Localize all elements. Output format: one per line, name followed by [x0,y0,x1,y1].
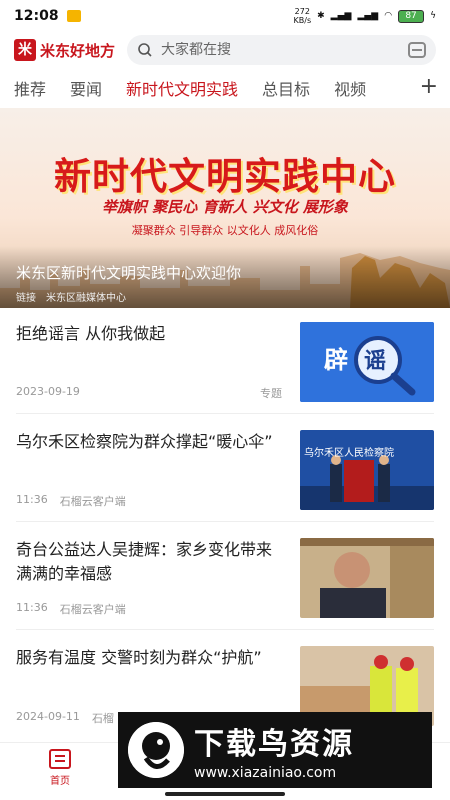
network-speed-unit: KB/s [293,16,312,25]
wifi-icon: ◠ [384,11,393,21]
news-item[interactable]: 乌尔禾区检察院为群众撑起“暖心伞” 11:36 石榴云客户端 乌尔禾区人民检察院 [16,430,434,522]
portrait-photo [300,538,434,618]
scan-icon[interactable] [408,42,426,58]
procuratorate-photo [300,430,434,510]
battery-icon: 87 [398,9,425,23]
tab-video[interactable]: 视频 [334,76,366,100]
tab-recommend[interactable]: 推荐 [14,76,46,100]
signal-icon: ▂▄▆ [330,11,352,21]
logo-icon: 米 [14,39,36,61]
watermark-url: www.xiazainiao.com [194,765,337,781]
app-screen: 12:08 272 KB/s ✱ ▂▄▆ ▂▄▆ ◠ 87 ϟ 米 米东好地方 [0,0,450,800]
network-speed: 272 KB/s [294,7,312,25]
news-source: 石榴云客户端 [59,495,126,508]
banner-sub-slogan: 凝聚群众 引导群众 以文化人 成风化俗 [131,224,319,237]
banner-caption: 米东区新时代文明实践中心欢迎你 链接 米东区融媒体中心 [0,246,450,308]
news-date: 2023-09-19 [16,385,80,398]
add-tab-icon[interactable]: + [405,74,438,99]
thumb-text-2: 谣 [364,349,386,374]
news-meta: 11:36 石榴云客户端 [16,493,282,509]
news-title: 乌尔禾区检察院为群众撑起“暖心伞” [16,432,273,451]
news-title: 拒绝谣言 从你我做起 [16,324,166,343]
news-title: 奇台公益达人吴捷辉：家乡变化带来满满的幸福感 [16,540,273,583]
news-date: 11:36 [16,493,48,506]
tab-headlines[interactable]: 要闻 [70,76,102,100]
news-item[interactable]: 奇台公益达人吴捷辉：家乡变化带来满满的幸福感 11:36 石榴云客户端 [16,538,434,630]
category-tabs: 推荐 要闻 新时代文明实践 总目标 视频 + [0,70,450,106]
watermark-overlay: 下载鸟资源 www.xiazainiao.com [118,712,432,788]
home-indicator[interactable] [165,792,285,796]
rumor-refute-illustration: 辟 谣 [300,322,434,402]
news-meta: 2023-09-19 专题 [16,385,282,401]
watermark-title: 下载鸟资源 [194,727,354,762]
nav-home-label: 首页 [50,776,70,787]
status-bar: 12:08 272 KB/s ✱ ▂▄▆ ▂▄▆ ◠ 87 ϟ [0,0,450,32]
charging-icon: ϟ [430,11,436,21]
notification-icon [66,10,81,22]
news-date: 2024-09-11 [16,710,80,723]
thumb-text-1: 辟 [324,346,348,374]
app-logo[interactable]: 米 米东好地方 [14,39,115,61]
status-time: 12:08 [14,8,59,24]
news-thumbnail: 乌尔禾区人民检察院 [300,430,434,510]
banner-slogan: 举旗帜 聚民心 育新人 兴文化 展形象 [102,198,348,216]
app-name: 米东好地方 [40,41,116,60]
app-header: 米 米东好地方 [0,32,450,68]
bluetooth-icon: ✱ [317,11,325,21]
banner-source: 米东区融媒体中心 [46,293,126,304]
search-bar[interactable] [127,35,436,65]
banner-caption-meta: 链接 米东区融媒体中心 [16,289,434,304]
banner-title: 新时代文明实践中心 [54,154,396,198]
news-thumbnail [300,538,434,618]
featured-banner[interactable]: 新时代文明实践中心 举旗帜 聚民心 育新人 兴文化 展形象 凝聚群众 引导群众 … [0,108,450,308]
banner-link-label: 链接 [16,293,36,304]
news-item[interactable]: 拒绝谣言 从你我做起 2023-09-19 专题 辟 谣 [16,322,434,414]
search-icon [138,43,152,57]
news-tag: 专题 [260,387,282,400]
news-source: 石榴 [91,712,114,725]
banner-caption-title: 米东区新时代文明实践中心欢迎你 [16,264,242,282]
news-date: 11:36 [16,601,48,614]
news-title: 服务有温度 交警时刻为群众“护航” [16,648,262,667]
thumb-caption: 乌尔禾区人民检察院 [304,448,394,459]
home-icon [49,749,71,769]
tab-overall-goal[interactable]: 总目标 [262,76,310,100]
signal-icon-2: ▂▄▆ [357,11,379,21]
status-icons: 272 KB/s ✱ ▂▄▆ ▂▄▆ ◠ 87 ϟ [294,7,436,25]
news-thumbnail: 辟 谣 [300,322,434,402]
nav-home[interactable]: 首页 [40,749,80,787]
network-speed-value: 272 [294,7,310,16]
tab-civilization-practice[interactable]: 新时代文明实践 [126,76,238,100]
news-meta: 11:36 石榴云客户端 [16,601,282,617]
search-input[interactable] [161,42,400,58]
bird-logo-icon [128,722,184,778]
news-source: 石榴云客户端 [59,603,126,616]
